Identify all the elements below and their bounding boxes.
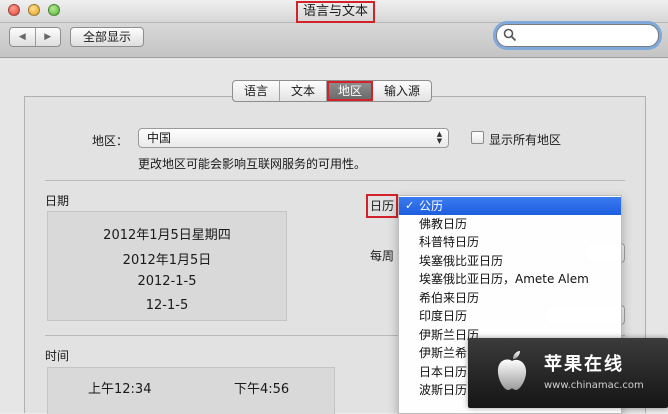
time-heading: 时间 [45, 349, 70, 363]
back-arrow-icon[interactable]: ◀ [10, 28, 36, 46]
back-forward-control: ◀ ▶ [9, 27, 61, 47]
date-sample-short: 12-1-5 [145, 298, 189, 313]
toolbar: ◀ ▶ 全部显示 [0, 23, 668, 58]
divider [45, 180, 625, 181]
region-value: 中国 [147, 131, 172, 145]
minimize-window-button[interactable] [28, 4, 40, 16]
search-field[interactable] [496, 24, 659, 47]
date-samples-box: 2012年1月5日星期四 2012年1月5日 2012-1-5 12-1-5 [47, 211, 287, 321]
menu-item-coptic[interactable]: 科普特日历 [399, 233, 621, 251]
time-sample-short: 上午12:34 [88, 382, 152, 397]
forward-arrow-icon[interactable]: ▶ [36, 28, 61, 46]
calendar-label: 日历 [366, 194, 399, 218]
tab-input-sources[interactable]: 输入源 [373, 81, 431, 101]
apple-logo-icon [497, 351, 527, 390]
show-all-button[interactable]: 全部显示 [70, 27, 145, 47]
menu-item-hebrew[interactable]: 希伯来日历 [399, 289, 621, 307]
menu-item-ethiopic-amete-alem[interactable]: 埃塞俄比亚日历，Amete Alem [399, 270, 621, 288]
title-bar: 语言与文本 [0, 0, 668, 23]
dates-heading: 日期 [45, 194, 70, 208]
watermark: 苹果在线 www.chinamac.com [468, 338, 668, 408]
watermark-name: 苹果在线 [544, 354, 624, 375]
show-all-regions-checkbox[interactable] [471, 131, 484, 144]
menu-item-buddhist[interactable]: 佛教日历 [399, 215, 621, 233]
tab-bar: 语言 文本 地区 输入源 [232, 80, 433, 102]
zoom-window-button[interactable] [48, 4, 60, 16]
show-all-regions-label: 显示所有地区 [489, 133, 562, 147]
updown-arrows-icon: ▲ ▼ [436, 130, 443, 145]
tab-region[interactable]: 地区 [327, 81, 374, 101]
time-samples-box: 上午12:34 下午4:56 [47, 367, 335, 414]
menu-item-gregorian[interactable]: ✓ 公历 [399, 197, 621, 215]
checkmark-icon: ✓ [405, 199, 415, 212]
date-sample-full: 2012年1月5日星期四 [103, 228, 231, 243]
date-sample-medium: 2012-1-5 [137, 274, 197, 289]
close-window-button[interactable] [8, 4, 20, 16]
tab-text[interactable]: 文本 [280, 81, 328, 101]
region-select[interactable]: 中国 ▲ ▼ [138, 128, 449, 148]
watermark-url: www.chinamac.com [544, 380, 644, 391]
first-day-of-week-label: 每周 [370, 249, 395, 263]
time-sample-pm: 下午4:56 [234, 382, 290, 397]
date-sample-long: 2012年1月5日 [122, 253, 212, 268]
tab-language[interactable]: 语言 [233, 81, 281, 101]
menu-item-indian[interactable]: 印度日历 [399, 307, 621, 325]
region-label: 地区： [92, 134, 129, 148]
window-title: 语言与文本 [296, 1, 376, 23]
menu-item-ethiopic[interactable]: 埃塞俄比亚日历 [399, 252, 621, 270]
preferences-content: 语言 文本 地区 输入源 地区： 中国 ▲ ▼ 显示所有地区 更改地区可能会影响互… [0, 58, 668, 414]
search-icon [503, 28, 517, 42]
search-input[interactable] [519, 27, 653, 45]
region-note: 更改地区可能会影响互联网服务的可用性。 [138, 157, 367, 171]
